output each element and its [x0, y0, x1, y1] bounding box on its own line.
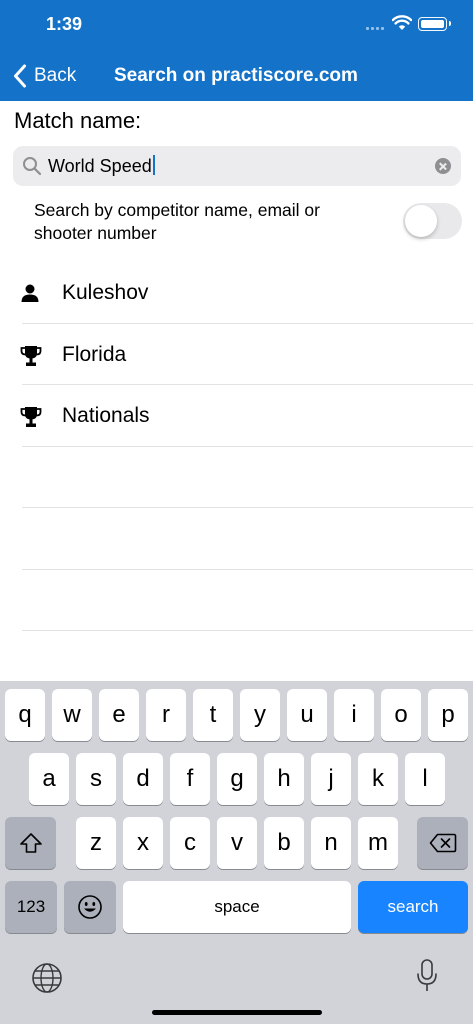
search-key[interactable]: search [358, 881, 468, 933]
list-item[interactable]: Nationals [20, 385, 473, 447]
navigation-header: 1:39 Back Search on practiscore.com [0, 0, 473, 101]
empty-row [22, 508, 473, 570]
key-i[interactable]: i [334, 689, 374, 741]
competitor-search-toggle-label: Search by competitor name, email or shoo… [34, 200, 320, 243]
key-g[interactable]: g [217, 753, 257, 805]
on-screen-keyboard: q w e r t y u i o p a s d f g h j k l z … [0, 681, 473, 1024]
search-icon [23, 157, 42, 176]
toggle-knob [405, 205, 437, 237]
numbers-key[interactable]: 123 [5, 881, 57, 933]
key-f[interactable]: f [170, 753, 210, 805]
list-item-label: Florida [62, 342, 127, 366]
competitor-search-toggle[interactable] [403, 203, 462, 239]
list-item[interactable]: Kuleshov [21, 262, 473, 324]
key-n[interactable]: n [311, 817, 351, 869]
empty-row [22, 447, 473, 508]
home-indicator [152, 1010, 322, 1015]
key-e[interactable]: e [99, 689, 139, 741]
key-b[interactable]: b [264, 817, 304, 869]
clear-text-icon[interactable] [435, 158, 451, 174]
globe-icon[interactable] [31, 962, 63, 994]
space-key[interactable]: space [123, 881, 351, 933]
key-t[interactable]: t [193, 689, 233, 741]
trophy-icon [20, 407, 42, 427]
key-j[interactable]: j [311, 753, 351, 805]
shift-key[interactable] [5, 817, 56, 869]
key-w[interactable]: w [52, 689, 92, 741]
list-item-label: Nationals [62, 404, 150, 427]
text-caret [152, 155, 155, 175]
person-icon [21, 284, 39, 302]
key-q[interactable]: q [5, 689, 45, 741]
key-y[interactable]: y [240, 689, 280, 741]
cellular-signal-icon [366, 27, 384, 30]
key-v[interactable]: v [217, 817, 257, 869]
match-search-input[interactable]: World Speed [13, 146, 461, 186]
delete-key[interactable] [417, 817, 468, 869]
key-k[interactable]: k [358, 753, 398, 805]
key-o[interactable]: o [381, 689, 421, 741]
shift-icon [19, 833, 42, 853]
battery-icon [418, 17, 451, 31]
results-list: Kuleshov Florida Nationals [0, 262, 473, 631]
back-button[interactable]: Back [13, 62, 76, 90]
key-r[interactable]: r [146, 689, 186, 741]
list-item[interactable]: Florida [20, 324, 473, 385]
empty-row [22, 570, 473, 631]
backspace-icon [429, 833, 456, 853]
status-time: 1:39 [46, 14, 83, 34]
key-m[interactable]: m [358, 817, 398, 869]
key-a[interactable]: a [29, 753, 69, 805]
key-h[interactable]: h [264, 753, 304, 805]
key-z[interactable]: z [76, 817, 116, 869]
search-input-value: World Speed [48, 156, 152, 176]
match-name-label: Match name: [14, 108, 142, 133]
key-p[interactable]: p [428, 689, 468, 741]
back-label: Back [34, 65, 77, 86]
emoji-key[interactable] [64, 881, 116, 933]
microphone-icon[interactable] [415, 958, 439, 994]
key-d[interactable]: d [123, 753, 163, 805]
key-s[interactable]: s [76, 753, 116, 805]
emoji-icon [78, 895, 102, 919]
page-title: Search on practiscore.com [114, 65, 358, 86]
chevron-left-icon [14, 64, 26, 88]
key-l[interactable]: l [405, 753, 445, 805]
list-item-label: Kuleshov [62, 281, 149, 304]
key-u[interactable]: u [287, 689, 327, 741]
key-x[interactable]: x [123, 817, 163, 869]
key-c[interactable]: c [170, 817, 210, 869]
wifi-icon [392, 15, 412, 30]
trophy-icon [20, 345, 42, 366]
